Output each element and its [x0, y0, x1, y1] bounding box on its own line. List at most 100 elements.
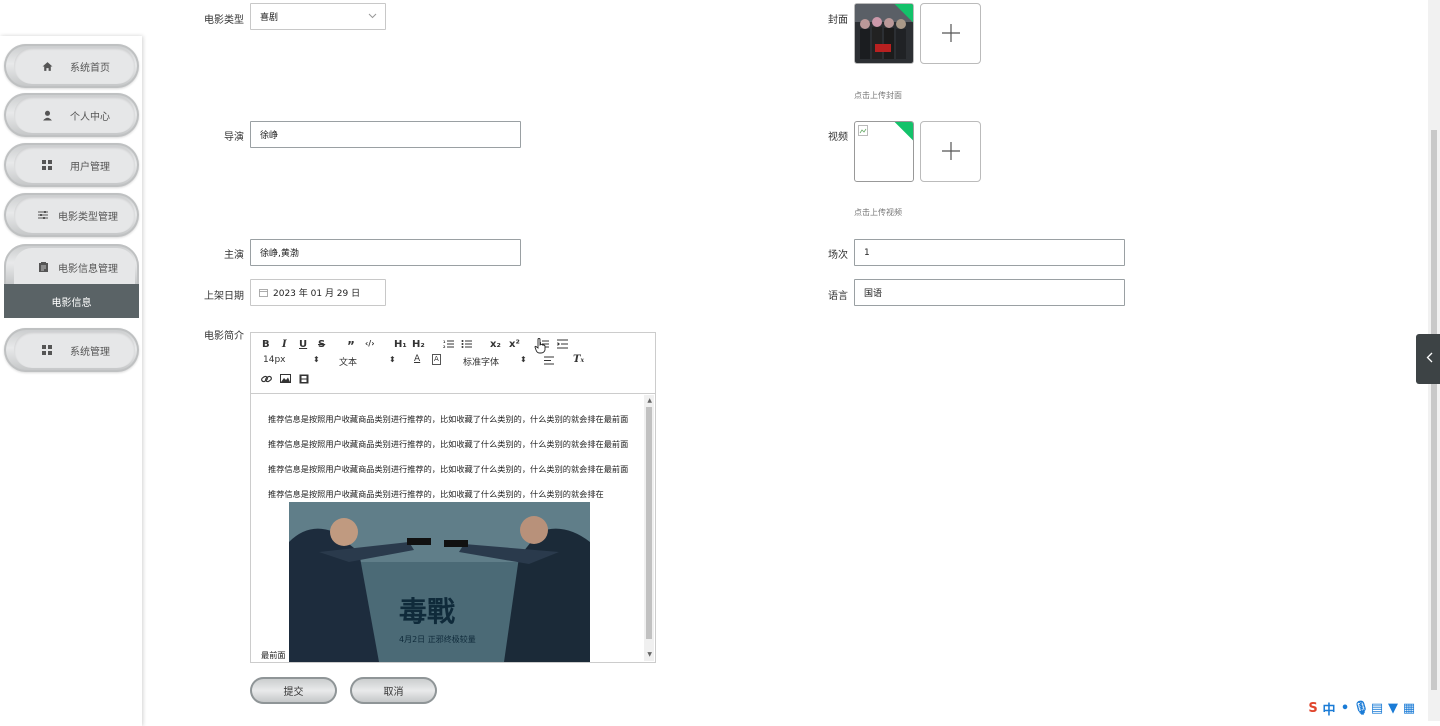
system-tray: S 中 • 🎙 ▤ ▼ ▦: [1306, 698, 1416, 720]
selected-badge: [894, 122, 913, 141]
cast-input[interactable]: 徐峥,黄渤: [250, 239, 521, 266]
editor-scrollbar-thumb[interactable]: [646, 407, 652, 639]
punctuation-icon[interactable]: •: [1338, 698, 1352, 718]
intro-paragraph: 推荐信息是按照用户收藏商品类别进行推荐的，比如收藏了什么类别的，什么类别的就会排…: [268, 489, 604, 499]
editor-toolbar: B I U S ” ‹/› H₁ H₂ 12 x₂ x² 14px ⬍ 文本 ⬍…: [251, 333, 655, 394]
director-input[interactable]: 徐峥: [250, 121, 521, 148]
language-label: 语言: [828, 291, 848, 302]
tool-icon[interactable]: ▦: [1402, 698, 1416, 718]
sidebar-item-label: 电影信息管理: [58, 263, 118, 275]
cover-thumbnail[interactable]: [854, 3, 914, 64]
h2-button[interactable]: H₂: [412, 339, 425, 350]
indent-icon[interactable]: [557, 339, 568, 352]
video-upload-button[interactable]: [920, 121, 981, 182]
ime-icon[interactable]: S: [1306, 698, 1320, 718]
sidebar-item-profile[interactable]: 个人中心: [4, 93, 139, 137]
cursor-hand-icon: [534, 338, 547, 357]
grid-icon: [40, 158, 54, 172]
strike-button[interactable]: S: [318, 339, 325, 350]
font-color-icon[interactable]: A: [414, 354, 420, 364]
subscript-button[interactable]: x₂: [490, 339, 501, 350]
sidebar-subitem-movie-info[interactable]: 电影信息: [4, 284, 139, 318]
shirt-icon[interactable]: ▼: [1386, 698, 1400, 718]
ordered-list-icon[interactable]: 12: [443, 339, 454, 352]
bold-button[interactable]: B: [262, 339, 270, 350]
microphone-icon[interactable]: 🎙: [1353, 698, 1370, 718]
sidebar: 系统首页 个人中心 用户管理 电影类型管理 电影信息管理 电影信息 系统管理: [0, 36, 142, 726]
text-format-select[interactable]: 文本: [339, 355, 357, 368]
sidebar-item-users[interactable]: 用户管理: [4, 143, 139, 187]
italic-button[interactable]: I: [282, 339, 287, 350]
session-input[interactable]: 1: [854, 239, 1125, 266]
ime-mode-icon[interactable]: 中: [1322, 698, 1336, 718]
sidebar-item-label: 系统首页: [70, 62, 110, 74]
release-date-value: 2023 年 01 月 29 日: [273, 289, 361, 299]
director-label: 导演: [224, 132, 244, 143]
movie-type-label: 电影类型: [204, 15, 244, 26]
superscript-button[interactable]: x²: [509, 339, 520, 350]
chevron-updown-icon: ⬍: [389, 355, 396, 364]
svg-text:2: 2: [443, 345, 446, 349]
scroll-up-icon[interactable]: ▲: [647, 397, 652, 404]
background-color-icon[interactable]: A: [432, 354, 441, 365]
image-icon[interactable]: [280, 374, 291, 386]
intro-label: 电影简介: [204, 331, 244, 342]
align-icon[interactable]: [544, 356, 554, 368]
movie-type-select[interactable]: 喜剧: [250, 3, 386, 30]
movie-type-value: 喜剧: [260, 13, 279, 23]
cast-label: 主演: [224, 250, 244, 261]
keyboard-icon[interactable]: ▤: [1370, 698, 1384, 718]
font-family-select[interactable]: 标准字体: [463, 355, 499, 368]
quote-button[interactable]: ”: [347, 339, 355, 353]
release-date-picker[interactable]: 2023 年 01 月 29 日: [250, 279, 386, 306]
release-date-label: 上架日期: [204, 291, 244, 302]
cover-upload-button[interactable]: [920, 3, 981, 64]
sliders-icon: [36, 208, 50, 222]
plus-icon: [941, 135, 961, 168]
sidebar-item-system[interactable]: 系统管理: [4, 328, 139, 372]
font-size-select[interactable]: 14px: [263, 355, 286, 365]
collapse-panel-button[interactable]: [1416, 334, 1440, 384]
cancel-button[interactable]: 取消: [350, 677, 437, 704]
cover-hint: 点击上传封面: [854, 91, 902, 100]
video-icon[interactable]: [299, 374, 309, 387]
calendar-icon: [259, 288, 268, 297]
session-label: 场次: [828, 250, 848, 261]
session-value: 1: [864, 247, 870, 258]
sidebar-item-label: 电影类型管理: [58, 211, 118, 223]
intro-paragraph: 推荐信息是按照用户收藏商品类别进行推荐的，比如收藏了什么类别的，什么类别的就会排…: [268, 414, 629, 424]
video-thumbnail[interactable]: [854, 121, 914, 182]
page-scrollbar-thumb[interactable]: [1431, 130, 1437, 690]
video-hint: 点击上传视频: [854, 208, 902, 217]
chevron-left-icon: [1426, 351, 1433, 367]
sidebar-item-movie-types[interactable]: 电影类型管理: [4, 193, 139, 237]
editor-content[interactable]: 推荐信息是按照用户收藏商品类别进行推荐的，比如收藏了什么类别的，什么类别的就会排…: [251, 394, 646, 662]
code-button[interactable]: ‹/›: [365, 339, 375, 348]
bullet-list-icon[interactable]: [461, 339, 472, 352]
sidebar-item-label: 系统管理: [70, 346, 110, 358]
sidebar-item-label: 个人中心: [70, 111, 110, 123]
chevron-down-icon: [368, 12, 377, 22]
h1-button[interactable]: H₁: [394, 339, 407, 350]
clear-format-icon[interactable]: Tx: [573, 354, 584, 365]
chevron-updown-icon: ⬍: [313, 355, 320, 364]
scroll-down-icon[interactable]: ▼: [647, 651, 652, 658]
home-icon: [40, 59, 54, 73]
plus-icon: [941, 17, 961, 50]
video-label: 视频: [828, 132, 848, 143]
intro-paragraph: 推荐信息是按照用户收藏商品类别进行推荐的，比如收藏了什么类别的，什么类别的就会排…: [268, 439, 629, 449]
broken-image-icon: [858, 125, 868, 139]
underline-button[interactable]: U: [299, 339, 307, 350]
sidebar-item-home[interactable]: 系统首页: [4, 44, 139, 88]
submit-button[interactable]: 提交: [250, 677, 337, 704]
intro-paragraph-tail: 最前面: [261, 650, 286, 660]
movie-poster-image: 毒戰 4月2日 正邪终极较量: [289, 502, 590, 662]
poster-date-line: 4月2日 正邪终极较量: [399, 635, 476, 644]
link-icon[interactable]: [261, 374, 272, 387]
language-input[interactable]: 国语: [854, 279, 1125, 306]
svg-text:1: 1: [443, 340, 446, 344]
director-value: 徐峥: [260, 131, 279, 141]
rich-text-editor[interactable]: B I U S ” ‹/› H₁ H₂ 12 x₂ x² 14px ⬍ 文本 ⬍…: [250, 332, 656, 663]
sidebar-item-label: 用户管理: [70, 161, 110, 173]
sidebar-item-movie-info[interactable]: 电影信息管理 电影信息: [4, 244, 139, 318]
